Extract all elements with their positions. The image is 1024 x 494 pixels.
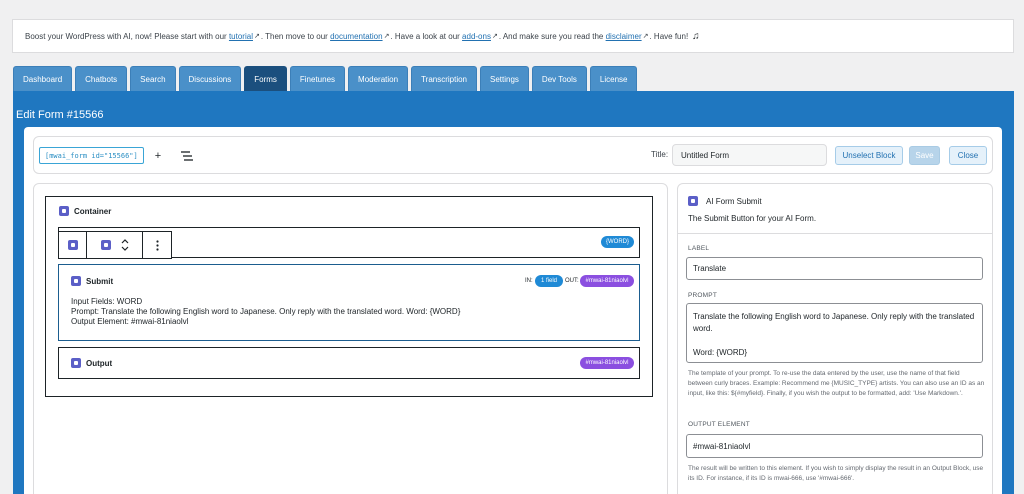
add-block-icon[interactable]: +: [151, 147, 165, 164]
in-label: IN:: [525, 278, 533, 284]
move-up-down-icon[interactable]: [121, 238, 129, 252]
notice-text-5: . Have fun!: [649, 31, 689, 41]
output-label: Output: [86, 358, 113, 368]
block-mover[interactable]: [87, 232, 143, 258]
documentation-link[interactable]: documentation: [330, 32, 382, 41]
tab-moderation[interactable]: Moderation: [348, 66, 409, 91]
shortcode-display[interactable]: [mwai_form id="15566"]: [39, 147, 144, 164]
output-element-input[interactable]: #mwai-81niaolvl: [686, 434, 983, 458]
tab-discussions[interactable]: Discussions: [178, 66, 242, 91]
prompt-line: Word: {WORD}: [693, 348, 748, 357]
in-badge: 1 field: [535, 275, 563, 287]
submit-prompt: Prompt: Translate the following English …: [71, 307, 461, 316]
tab-transcription[interactable]: Transcription: [411, 66, 478, 91]
notice-text-2: . Then move to our: [260, 31, 328, 41]
output-block[interactable]: [58, 347, 640, 379]
sidebar-header: AI Form Submit: [688, 196, 762, 206]
container-label: Container: [74, 206, 112, 216]
tab-forms[interactable]: Forms: [244, 66, 287, 91]
submit-label: Submit: [86, 276, 114, 286]
tab-dev-tools[interactable]: Dev Tools: [531, 66, 587, 91]
prompt-line: word.: [693, 324, 713, 333]
notice-bar: Boost your WordPress with AI, now! Pleas…: [12, 19, 1014, 53]
tab-license[interactable]: License: [589, 66, 638, 91]
form-title-input[interactable]: Untitled Form: [672, 144, 827, 166]
prompt-textarea[interactable]: Translate the following English word to …: [686, 303, 983, 363]
label-heading: LABEL: [688, 245, 710, 252]
submit-output-element: Output Element: #mwai-81niaolvl: [71, 317, 189, 326]
list-view-icon[interactable]: [180, 147, 194, 164]
output-element-heading: OUTPUT ELEMENT: [688, 421, 750, 428]
external-link-icon: ↗: [491, 33, 498, 40]
output-help-text: The result will be written to this eleme…: [688, 465, 984, 482]
save-button[interactable]: Save: [909, 146, 940, 165]
input-field-badge: {WORD}: [601, 236, 635, 248]
title-label: Title:: [651, 150, 669, 159]
disclaimer-link[interactable]: disclaimer: [606, 32, 642, 41]
output-header: Output: [71, 358, 112, 368]
prompt-help-text: The template of your prompt. To re-use t…: [688, 370, 985, 397]
sidebar-divider: [678, 233, 992, 234]
prompt-heading: PROMPT: [688, 292, 718, 299]
tab-dashboard[interactable]: Dashboard: [13, 66, 73, 91]
external-link-icon: ↗: [253, 33, 260, 40]
block-options-button[interactable]: [143, 232, 171, 258]
out-label: OUT:: [565, 278, 579, 284]
main-tabs: Dashboard Chatbots Search Discussions Fo…: [13, 66, 638, 91]
block-icon: [100, 240, 111, 250]
unselect-block-button[interactable]: Unselect Block: [835, 146, 903, 165]
tab-settings[interactable]: Settings: [480, 66, 529, 91]
music-note-icon: ♫: [692, 30, 700, 42]
submit-header: Submit: [71, 276, 113, 286]
tab-finetunes[interactable]: Finetunes: [289, 66, 346, 91]
label-input[interactable]: Translate: [686, 257, 983, 280]
external-link-icon: ↗: [642, 33, 649, 40]
ai-form-submit-icon: [688, 196, 698, 206]
container-block-icon: [59, 206, 69, 216]
external-link-icon: ↗: [383, 33, 390, 40]
block-toolbar: [58, 231, 172, 259]
tutorial-link[interactable]: tutorial: [229, 32, 253, 41]
out-badge: #mwai-81niaolvl: [580, 275, 634, 287]
more-vertical-icon: [155, 239, 159, 251]
addons-link[interactable]: add-ons: [462, 32, 491, 41]
output-badge: #mwai-81niaolvl: [580, 357, 634, 369]
block-type-button[interactable]: [59, 232, 87, 258]
submit-block-icon: [71, 276, 81, 286]
submit-input-fields: Input Fields: WORD: [71, 297, 143, 306]
sidebar-title: AI Form Submit: [706, 196, 762, 206]
block-type-icon: [67, 240, 78, 250]
notice-text-1: Boost your WordPress with AI, now! Pleas…: [25, 31, 227, 41]
sidebar-description: The Submit Button for your AI Form.: [688, 214, 817, 223]
prompt-line: Translate the following English word to …: [693, 312, 975, 321]
close-button[interactable]: Close: [949, 146, 987, 165]
tab-chatbots[interactable]: Chatbots: [75, 66, 128, 91]
notice-text-3: . Have a look at our: [390, 31, 460, 41]
submit-summary: Input Fields: WORD Prompt: Translate the…: [71, 297, 460, 327]
tab-search[interactable]: Search: [130, 66, 176, 91]
notice-text-4: . And make sure you read the: [498, 31, 604, 41]
page-title: Edit Form #15566: [16, 109, 104, 121]
output-block-icon: [71, 358, 81, 368]
container-header: Container: [59, 206, 111, 216]
